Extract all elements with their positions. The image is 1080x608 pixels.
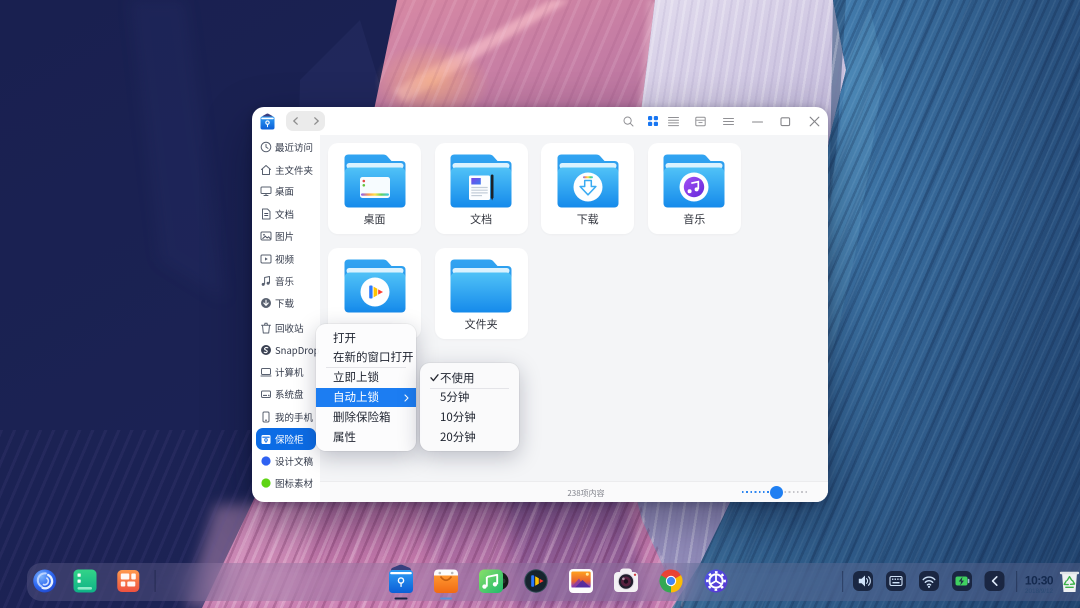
svg-text:10:30: 10:30 (1025, 574, 1054, 588)
svg-text:2018/9/12: 2018/9/12 (1025, 588, 1054, 595)
